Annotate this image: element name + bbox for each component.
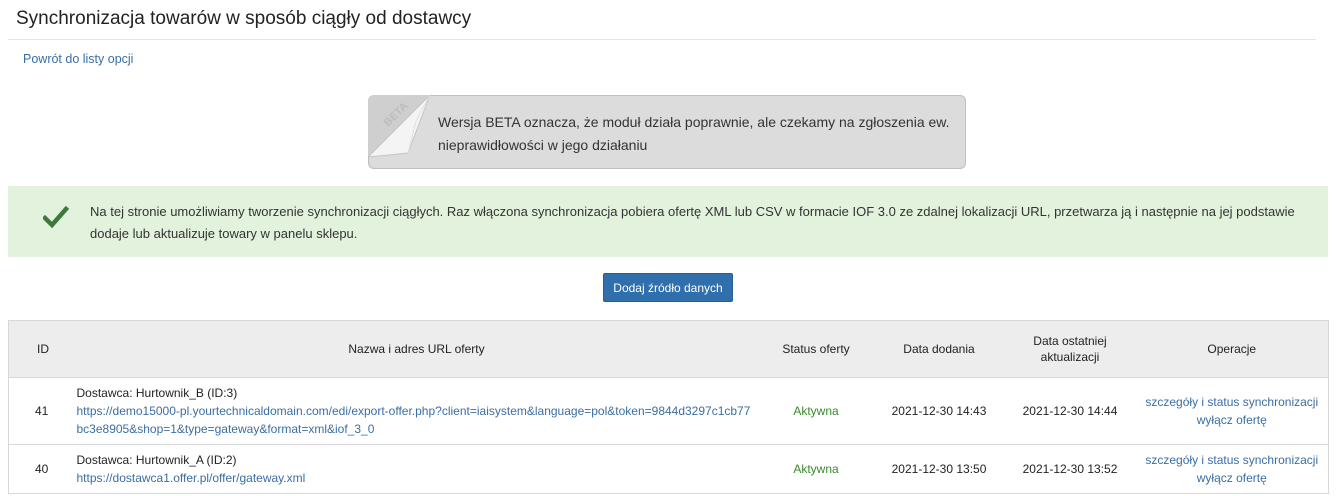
- row-name-cell: Dostawca: Hurtownik_A (ID:2) https://dos…: [74, 444, 759, 494]
- table-row: 41 Dostawca: Hurtownik_B (ID:3) https://…: [8, 377, 1329, 445]
- info-alert: Na tej stronie umożliwiamy tworzenie syn…: [8, 186, 1328, 257]
- row-id: 40: [8, 444, 75, 494]
- beta-ribbon-icon: BETA: [368, 95, 432, 159]
- column-header-date-added: Data dodania: [873, 320, 1005, 378]
- row-operations-cell: szczegóły i status synchronizacji wyłącz…: [1135, 444, 1329, 494]
- column-header-status: Status oferty: [758, 320, 874, 378]
- row-disable-offer-link[interactable]: wyłącz ofertę: [1140, 469, 1325, 487]
- row-status: Aktywna: [793, 404, 839, 418]
- row-details-link[interactable]: szczegóły i status synchronizacji: [1140, 451, 1325, 469]
- table-row: 40 Dostawca: Hurtownik_A (ID:2) https://…: [8, 444, 1329, 494]
- row-date-added: 2021-12-30 13:50: [873, 444, 1005, 494]
- row-offer-url[interactable]: https://demo15000-pl.yourtechnicaldomain…: [77, 404, 751, 436]
- page: Synchronizacja towarów w sposób ciągły o…: [0, 0, 1340, 496]
- column-header-name: Nazwa i adres URL oferty: [74, 320, 759, 378]
- row-details-link[interactable]: szczegóły i status synchronizacji: [1140, 393, 1325, 411]
- back-to-options-link[interactable]: Powrót do listy opcji: [23, 52, 133, 66]
- offers-table: ID Nazwa i adres URL oferty Status ofert…: [8, 320, 1329, 494]
- check-icon: [43, 205, 69, 229]
- row-date-added: 2021-12-30 14:43: [873, 377, 1005, 445]
- row-status-cell: Aktywna: [758, 377, 874, 445]
- row-status-cell: Aktywna: [758, 444, 874, 494]
- row-date-updated: 2021-12-30 13:52: [1004, 444, 1136, 494]
- page-title: Synchronizacja towarów w sposób ciągły o…: [16, 8, 472, 29]
- beta-notice: BETA Wersja BETA oznacza, że moduł dział…: [368, 95, 966, 169]
- title-divider: [8, 39, 1316, 40]
- row-date-updated: 2021-12-30 14:44: [1004, 377, 1136, 445]
- row-name-cell: Dostawca: Hurtownik_B (ID:3) https://dem…: [74, 377, 759, 445]
- info-alert-text: Na tej stronie umożliwiamy tworzenie syn…: [90, 204, 1295, 241]
- row-id: 41: [8, 377, 75, 445]
- row-status: Aktywna: [793, 462, 839, 476]
- column-header-id: ID: [8, 320, 75, 378]
- beta-page-curl-icon: BETA: [368, 95, 431, 158]
- row-operations-cell: szczegóły i status synchronizacji wyłącz…: [1135, 377, 1329, 445]
- column-header-date-updated: Data ostatniej aktualizacji: [1004, 320, 1136, 378]
- beta-notice-text: Wersja BETA oznacza, że moduł działa pop…: [438, 114, 950, 153]
- table-header-row: ID Nazwa i adres URL oferty Status ofert…: [8, 320, 1329, 378]
- row-supplier: Dostawca: Hurtownik_A (ID:2): [76, 453, 237, 467]
- add-data-source-button[interactable]: Dodaj źródło danych: [603, 273, 733, 302]
- row-offer-url[interactable]: https://dostawca1.offer.pl/offer/gateway…: [77, 471, 306, 485]
- column-header-operations: Operacje: [1135, 320, 1329, 378]
- column-header-date-updated-label: Data ostatniej aktualizacji: [1033, 334, 1107, 364]
- row-disable-offer-link[interactable]: wyłącz ofertę: [1140, 411, 1325, 429]
- row-supplier: Dostawca: Hurtownik_B (ID:3): [76, 386, 238, 400]
